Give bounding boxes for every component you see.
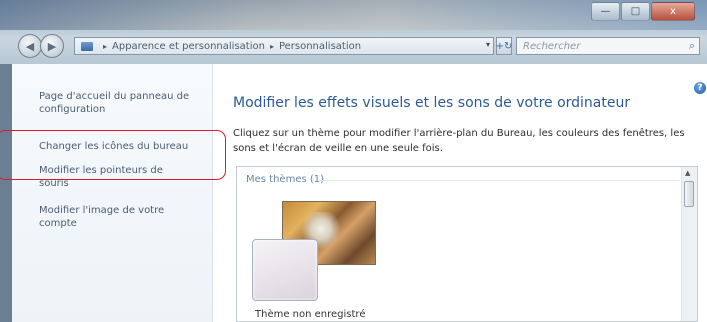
address-bar[interactable]: ▸ Apparence et personnalisation ▸ Person… bbox=[74, 37, 494, 55]
gallery-scrollbar[interactable]: ▲ bbox=[681, 167, 697, 321]
back-button[interactable]: ◀ bbox=[18, 34, 42, 58]
control-panel-icon bbox=[81, 41, 93, 51]
nav-buttons: ◀ ▶ bbox=[18, 34, 64, 58]
sidebar-link-account-picture[interactable]: Modifier l'image de votre compte bbox=[39, 204, 189, 230]
theme-window-color-swatch bbox=[252, 239, 318, 301]
task-pane: Page d'accueil du panneau de configurati… bbox=[12, 64, 213, 322]
main-pane: ? Modifier les effets visuels et les son… bbox=[213, 64, 707, 322]
window-chrome: — □ x ◀ ▶ ▸ Apparence et personnalisatio… bbox=[0, 0, 707, 64]
window-controls: — □ x bbox=[591, 2, 695, 21]
breadcrumb-separator-icon: ▸ bbox=[269, 41, 274, 51]
refresh-button[interactable]: +↻ bbox=[496, 37, 512, 55]
search-placeholder: Rechercher bbox=[523, 40, 581, 52]
help-icon[interactable]: ? bbox=[694, 82, 706, 94]
scrollbar-thumb[interactable] bbox=[684, 181, 694, 207]
breadcrumb-separator-icon: ▸ bbox=[103, 41, 108, 51]
search-input[interactable]: Rechercher ⌕ bbox=[516, 37, 700, 55]
chevron-down-icon[interactable]: ▾ bbox=[486, 40, 490, 49]
theme-name: Thème non enregistré bbox=[255, 309, 366, 320]
maximize-button[interactable]: □ bbox=[621, 2, 650, 21]
search-icon[interactable]: ⌕ bbox=[689, 39, 695, 53]
group-divider bbox=[319, 180, 679, 181]
sidebar-link-control-panel-home[interactable]: Page d'accueil du panneau de configurati… bbox=[39, 90, 209, 116]
group-header-my-themes[interactable]: Mes thèmes (1) bbox=[246, 174, 324, 185]
breadcrumb-item-personalization[interactable]: Personnalisation bbox=[279, 41, 361, 52]
forward-button[interactable]: ▶ bbox=[40, 34, 64, 58]
theme-gallery: Mes thèmes (1) ▲ Thème non enregistré bbox=[236, 166, 698, 322]
breadcrumb-item-appearance[interactable]: Apparence et personnalisation bbox=[112, 41, 265, 52]
scroll-up-icon[interactable]: ▲ bbox=[685, 169, 690, 177]
page-title: Modifier les effets visuels et les sons … bbox=[233, 95, 631, 111]
annotation-highlight bbox=[0, 130, 226, 180]
minimize-button[interactable]: — bbox=[591, 2, 620, 21]
theme-item-unsaved[interactable]: Thème non enregistré bbox=[249, 191, 376, 320]
close-button[interactable]: x bbox=[651, 2, 695, 21]
page-description: Cliquez sur un thème pour modifier l'arr… bbox=[233, 128, 685, 154]
